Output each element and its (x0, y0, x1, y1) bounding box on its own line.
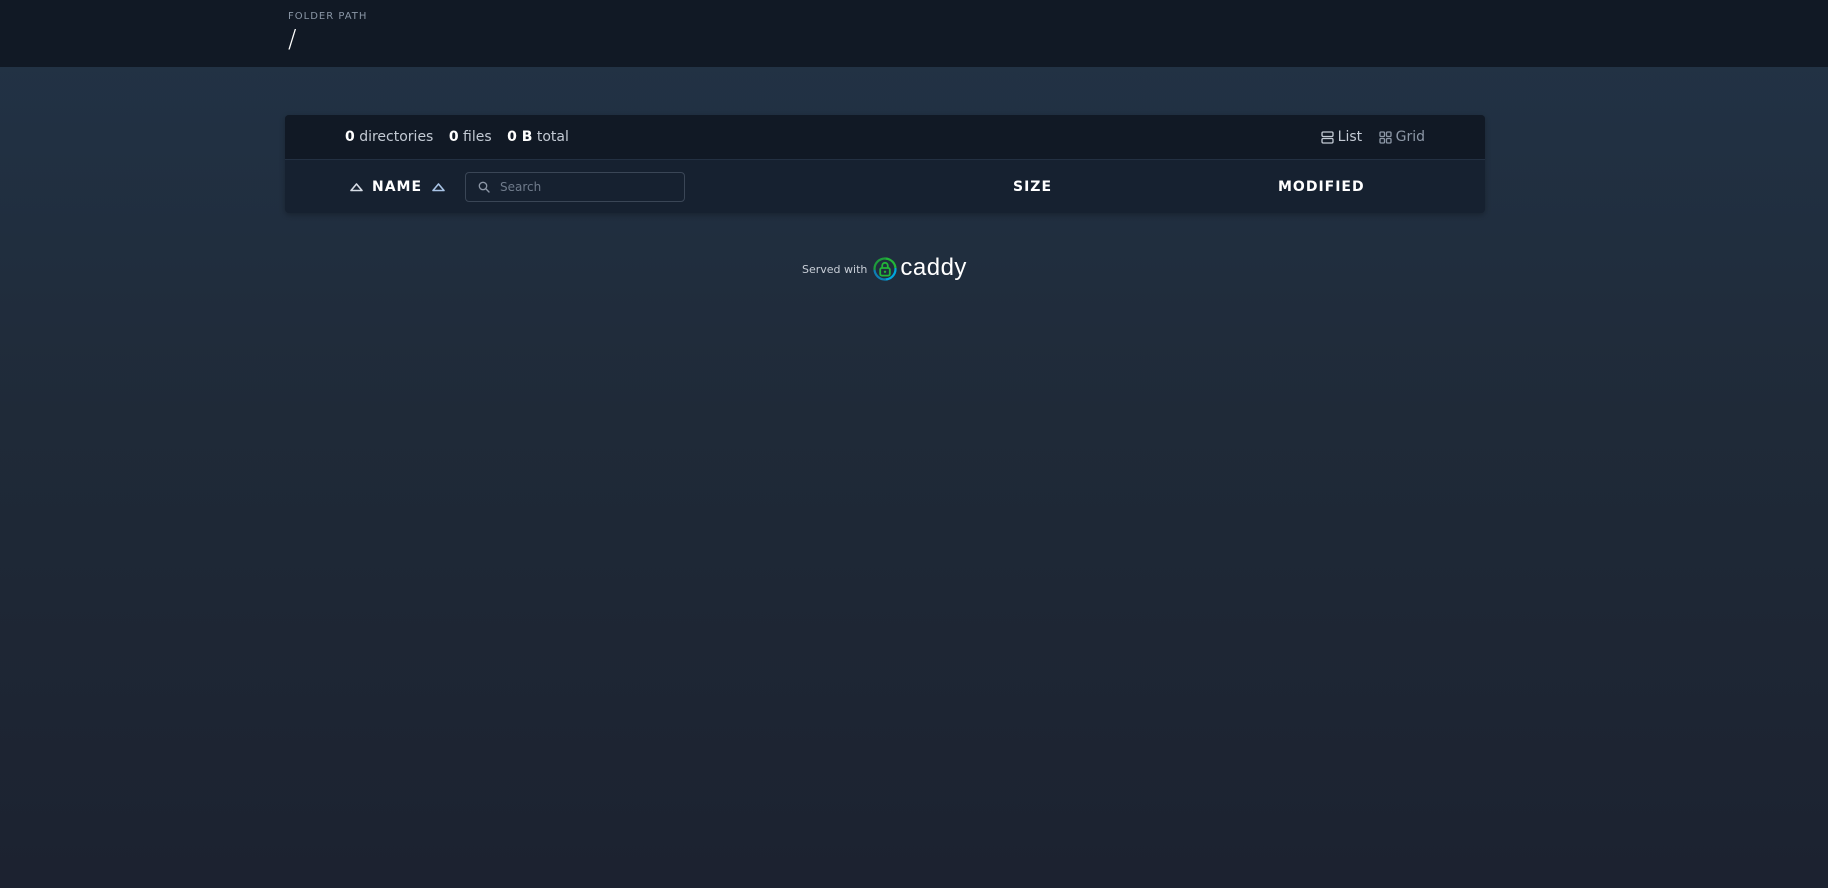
layout-grid-link[interactable]: Grid (1378, 129, 1425, 145)
caddy-logo-link[interactable]: caddy (872, 254, 967, 283)
list-icon (1321, 130, 1334, 144)
modified-sort-link[interactable]: MODIFIED (1278, 179, 1365, 195)
total-size-label: total (536, 129, 569, 145)
caddy-lock-icon (873, 257, 897, 281)
total-size-value: 0 B (507, 129, 533, 145)
layout-list-label: List (1337, 129, 1363, 145)
size-sort-link[interactable]: SIZE (1013, 179, 1052, 195)
files-label: files (463, 129, 492, 145)
name-sort-link[interactable]: NAME (372, 179, 422, 195)
listing-panel: 0 directories 0 files 0 B total List Gri… (285, 115, 1485, 213)
files-summary: 0 files (449, 129, 492, 145)
listing-meta: 0 directories 0 files 0 B total (345, 129, 580, 145)
folder-path: / (288, 24, 297, 53)
layout-list-link[interactable]: List (1321, 129, 1362, 145)
footer: Served with caddy (802, 254, 967, 283)
sort-ascending-icon[interactable] (431, 182, 446, 192)
header-bar: FOLDER PATH / (0, 0, 1828, 67)
served-with-text: Served with (802, 262, 868, 276)
caddy-wordmark: caddy (900, 254, 967, 281)
sort-toggle-icon[interactable] (349, 182, 364, 192)
directories-label: directories (359, 129, 434, 145)
search-input[interactable] (498, 179, 672, 195)
name-column-header: NAME (349, 179, 446, 195)
grid-icon (1378, 130, 1392, 144)
layout-grid-label: Grid (1395, 129, 1425, 145)
directories-summary: 0 directories (345, 129, 433, 145)
files-count: 0 (448, 129, 459, 145)
folder-path-label: FOLDER PATH (288, 11, 368, 22)
listing-summary: 0 directories 0 files 0 B total List Gri… (285, 115, 1485, 160)
total-size-summary: 0 B total (507, 129, 569, 145)
search-box[interactable] (465, 172, 685, 202)
search-icon (478, 181, 490, 193)
layout-toggle: List Grid (1309, 129, 1425, 148)
directories-count: 0 (345, 129, 355, 145)
column-headers: NAME SIZE MODIFIED (285, 160, 1485, 213)
